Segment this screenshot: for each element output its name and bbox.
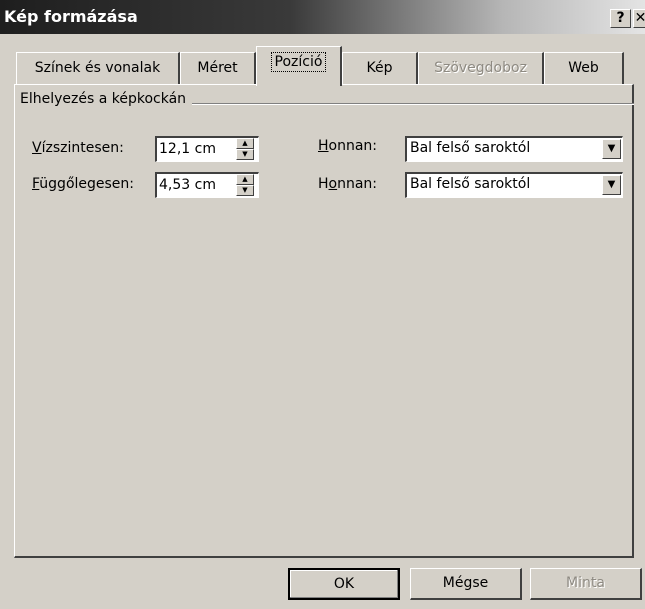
cancel-button[interactable]: Mégse [410, 568, 522, 600]
title-bar: Kép formázása ? ✕ [0, 0, 645, 34]
tab-picture[interactable]: Kép [342, 52, 418, 84]
spin-down-icon[interactable]: ▼ [236, 149, 254, 160]
help-icon: ? [616, 10, 625, 26]
horizontal-from-value: Bal felső saroktól [410, 140, 531, 156]
tab-label: Méret [197, 60, 238, 76]
tab-label: Web [568, 60, 599, 76]
vertical-spinner[interactable]: ▲ ▼ [236, 174, 254, 196]
close-icon: ✕ [634, 10, 645, 26]
tab-colors-and-lines[interactable]: Színek és vonalak [16, 52, 180, 84]
horizontal-value: 12,1 cm [159, 141, 216, 157]
tab-textbox: Szövegdoboz [418, 52, 544, 84]
spin-up-icon[interactable]: ▲ [236, 174, 254, 185]
ok-button[interactable]: OK [288, 568, 400, 600]
vertical-value: 4,53 cm [159, 177, 216, 193]
vertical-from-select[interactable]: Bal felső saroktól ▼ [405, 172, 623, 198]
tab-label: Szövegdoboz [434, 60, 527, 76]
horizontal-from-label: Honnan: [318, 138, 378, 154]
close-button[interactable]: ✕ [633, 9, 645, 28]
tab-web[interactable]: Web [544, 52, 624, 84]
horizontal-from-select[interactable]: Bal felső saroktól ▼ [405, 136, 623, 162]
vertical-from-value: Bal felső saroktól [410, 176, 531, 192]
tab-label: Kép [366, 60, 393, 76]
help-button[interactable]: ? [610, 9, 631, 28]
horizontal-spinner[interactable]: ▲ ▼ [236, 138, 254, 160]
spin-down-icon[interactable]: ▼ [236, 185, 254, 196]
vertical-label: Függőlegesen: [32, 176, 135, 192]
vertical-from-label: Honnan: [318, 176, 378, 192]
tab-label: Színek és vonalak [34, 60, 161, 76]
preview-button: Minta [530, 568, 642, 600]
horizontal-label: Vízszintesen: [32, 140, 124, 156]
tab-position[interactable]: Pozíció [256, 46, 342, 86]
tab-label: Pozíció [270, 52, 327, 72]
spin-up-icon[interactable]: ▲ [236, 138, 254, 149]
window-title: Kép formázása [4, 7, 138, 26]
group-label: Elhelyezés a képkockán [20, 91, 193, 107]
tab-size[interactable]: Méret [180, 52, 256, 84]
chevron-down-icon[interactable]: ▼ [602, 175, 621, 195]
chevron-down-icon[interactable]: ▼ [602, 139, 621, 159]
